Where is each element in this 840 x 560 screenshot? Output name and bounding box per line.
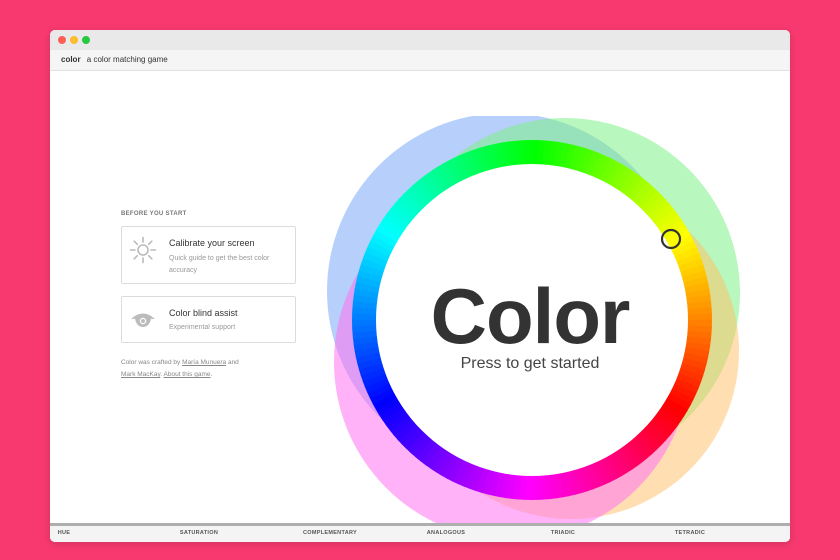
tab-bar: color a color matching game [50, 50, 790, 71]
start-prompt: Press to get started [460, 355, 600, 372]
nav-hue[interactable]: HUE [58, 530, 71, 536]
start-button[interactable]: Color Press to get started [377, 272, 683, 373]
nav-saturation[interactable]: SATURATION [180, 530, 218, 536]
author-link-mark[interactable]: Mark MacKay [121, 371, 160, 378]
app-brand: color [61, 55, 81, 64]
app-tagline: a color matching game [86, 55, 168, 64]
section-title: BEFORE YOU START [121, 211, 187, 217]
color-blind-assist-card[interactable]: Color blind assist Experimental support [121, 296, 296, 343]
card-title: Calibrate your screen [169, 238, 255, 248]
game-title: Color [430, 272, 631, 360]
credits: Color was crafted by María Munuera and M… [121, 359, 239, 378]
bottom-nav: HUE SATURATION COMPLEMENTARY ANALOGOUS T… [50, 523, 790, 542]
intro-panel: BEFORE YOU START Calibrate your screen Q… [121, 211, 301, 381]
minimize-window-button[interactable] [70, 36, 78, 44]
close-window-button[interactable] [58, 36, 66, 44]
nav-complementary[interactable]: COMPLEMENTARY [303, 530, 357, 536]
eye-icon [131, 313, 155, 327]
about-game-link[interactable]: About this game [164, 371, 211, 378]
nav-tetradic[interactable]: TETRADIC [675, 530, 705, 536]
card-subtitle: Experimental support [169, 324, 236, 331]
app-window: color a color matching game BEFORE YOU S… [50, 30, 790, 542]
calibrate-screen-card[interactable]: Calibrate your screen Quick guide to get… [121, 226, 296, 284]
maximize-window-button[interactable] [82, 36, 90, 44]
main-content: BEFORE YOU START Calibrate your screen Q… [50, 71, 790, 536]
title-bar [50, 30, 790, 50]
nav-triadic[interactable]: TRIADIC [551, 530, 575, 536]
author-link-maria[interactable]: María Munuera [182, 359, 226, 366]
nav-analogous[interactable]: ANALOGOUS [427, 530, 465, 536]
sun-icon [129, 236, 157, 264]
card-title: Color blind assist [169, 308, 238, 318]
card-subtitle: Quick guide to get the best color accura… [169, 255, 270, 274]
